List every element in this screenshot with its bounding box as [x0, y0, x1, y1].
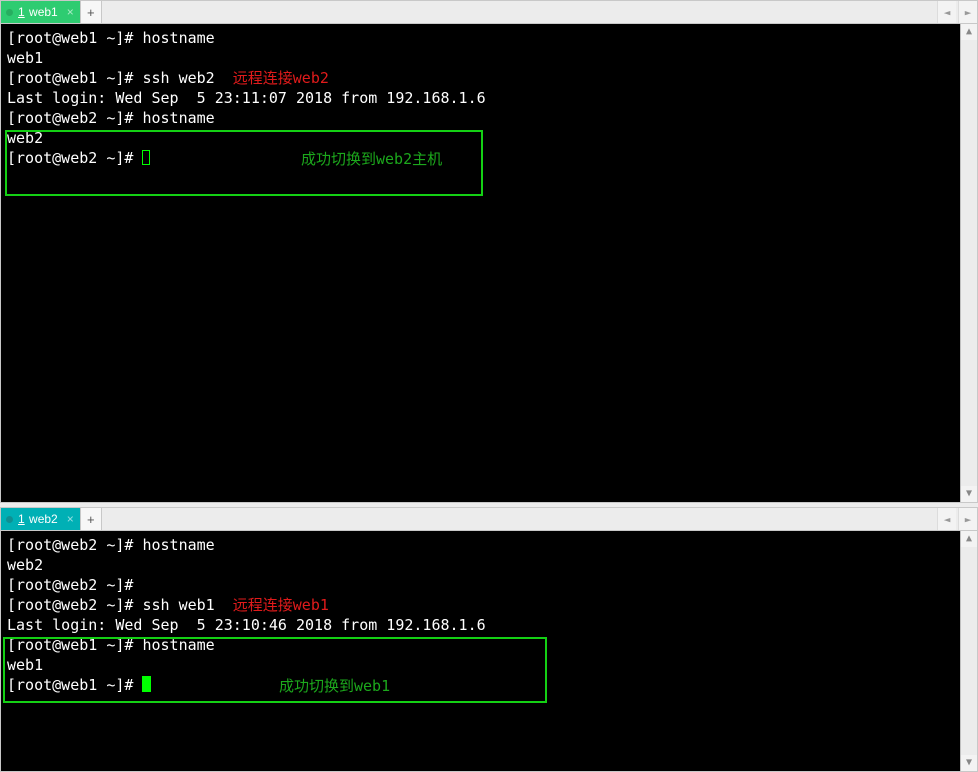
tab-label: web2: [29, 512, 58, 526]
cursor-icon: [142, 150, 150, 165]
annotation-label: 远程连接web2: [233, 69, 329, 87]
scroll-down-icon[interactable]: ▼: [961, 755, 977, 771]
tab-scroll-right-icon[interactable]: ►: [958, 508, 977, 530]
scrollbar[interactable]: ▲ ▼: [960, 531, 977, 771]
tab-scroll-left-icon[interactable]: ◄: [937, 508, 956, 530]
command-text: ssh web2: [142, 69, 214, 87]
command-text: hostname: [142, 109, 214, 127]
tabbar-web2: 1 web2 × + ◄ ►: [1, 508, 977, 531]
terminal-web2[interactable]: [root@web2 ~]# hostname web2 [root@web2 …: [1, 531, 977, 771]
output-text: web2: [7, 128, 971, 148]
command-text: ssh web1: [142, 596, 214, 614]
tab-scroll-left-icon[interactable]: ◄: [937, 1, 956, 23]
tab-scroll-right-icon[interactable]: ►: [958, 1, 977, 23]
pane-web2: 1 web2 × + ◄ ► [root@web2 ~]# hostname w…: [0, 507, 978, 772]
pane-web1: 1 web1 × + ◄ ► [root@web1 ~]# hostname w…: [0, 0, 978, 503]
output-text: web2: [7, 555, 971, 575]
tab-web1[interactable]: 1 web1 ×: [1, 1, 81, 23]
scroll-up-icon[interactable]: ▲: [961, 24, 977, 40]
prompt: [root@web1 ~]#: [7, 29, 142, 47]
tab-scroll-controls: ◄ ►: [937, 508, 977, 530]
prompt: [root@web1 ~]#: [7, 676, 142, 694]
annotation-label: 成功切换到web1: [279, 676, 390, 696]
tab-index: 1: [18, 5, 25, 19]
output-text: web1: [7, 48, 971, 68]
tab-web2[interactable]: 1 web2 ×: [1, 508, 81, 530]
prompt: [root@web2 ~]#: [7, 575, 971, 595]
scroll-down-icon[interactable]: ▼: [961, 486, 977, 502]
output-text: Last login: Wed Sep 5 23:11:07 2018 from…: [7, 88, 971, 108]
tab-label: web1: [29, 5, 58, 19]
status-dot-icon: [6, 516, 13, 523]
status-dot-icon: [6, 9, 13, 16]
prompt: [root@web2 ~]#: [7, 596, 142, 614]
close-icon[interactable]: ×: [67, 513, 74, 525]
scrollbar[interactable]: ▲ ▼: [960, 24, 977, 502]
prompt: [root@web1 ~]#: [7, 69, 142, 87]
annotation-label: 成功切换到web2主机: [301, 149, 442, 169]
tab-scroll-controls: ◄ ►: [937, 1, 977, 23]
scroll-track[interactable]: [961, 40, 977, 486]
prompt: [root@web2 ~]#: [7, 536, 142, 554]
tab-index: 1: [18, 512, 25, 526]
command-text: hostname: [142, 536, 214, 554]
scroll-track[interactable]: [961, 547, 977, 755]
add-tab-button[interactable]: +: [81, 508, 102, 530]
scroll-up-icon[interactable]: ▲: [961, 531, 977, 547]
command-text: hostname: [142, 29, 214, 47]
prompt: [root@web2 ~]#: [7, 109, 142, 127]
add-tab-button[interactable]: +: [81, 1, 102, 23]
output-text: web1: [7, 655, 971, 675]
tabbar-web1: 1 web1 × + ◄ ►: [1, 1, 977, 24]
annotation-label: 远程连接web1: [233, 596, 329, 614]
output-text: Last login: Wed Sep 5 23:10:46 2018 from…: [7, 615, 971, 635]
prompt: [root@web1 ~]#: [7, 636, 142, 654]
close-icon[interactable]: ×: [67, 6, 74, 18]
prompt: [root@web2 ~]#: [7, 149, 142, 167]
terminal-web1[interactable]: [root@web1 ~]# hostname web1 [root@web1 …: [1, 24, 977, 502]
cursor-icon: [142, 676, 151, 692]
command-text: hostname: [142, 636, 214, 654]
